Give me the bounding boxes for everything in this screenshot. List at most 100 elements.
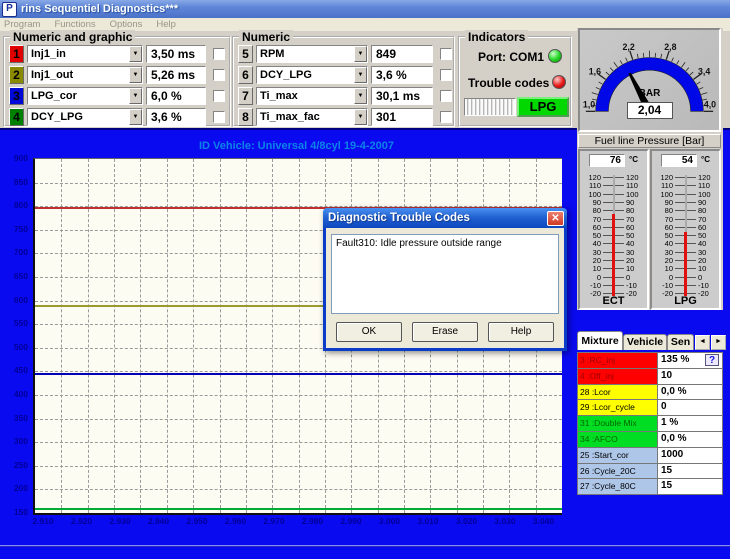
table-row-value: 1000	[658, 448, 722, 463]
port-label: Port: COM1	[478, 50, 544, 64]
channel-value: 6,0 %	[146, 87, 206, 105]
channel-checkbox[interactable]	[440, 69, 452, 81]
data-tab-bar: Mixture Vehicle Sen ◄ ►	[577, 331, 730, 350]
chart-title: ID Vehicle: Universal 4/8cyl 19-4-2007	[33, 140, 560, 152]
table-row-value: 0,0 %	[658, 385, 722, 400]
table-row-value: 10	[658, 369, 722, 384]
help-button[interactable]: Help	[488, 322, 554, 342]
trace-dcy_lpg	[35, 508, 562, 510]
mixture-table: 3 :RC_inj135 %?4 :Off_inj1028 :Lcor0,0 %…	[577, 352, 723, 495]
channel-number-box: 6	[238, 66, 253, 84]
window-title: rins Sequentiel Diagnostics***	[21, 3, 178, 15]
y-axis-tick-label: 350	[0, 413, 28, 423]
y-axis-tick-label: 550	[0, 318, 28, 328]
svg-text:2,8: 2,8	[664, 42, 676, 52]
y-axis-tick-label: 450	[0, 365, 28, 375]
channel-dropdown[interactable]: DCY_LPG▼	[256, 66, 368, 84]
trace-lpg_cor	[35, 373, 562, 375]
table-row-value: 0,0 %	[658, 432, 722, 447]
channel-checkbox[interactable]	[213, 90, 225, 102]
chevron-down-icon[interactable]: ▼	[129, 46, 142, 62]
table-row-label: 3 :RC_inj	[578, 353, 658, 368]
channel-dropdown[interactable]: Inj1_in▼	[27, 45, 143, 63]
tab-scroll-left-icon[interactable]: ◄	[695, 335, 710, 350]
x-axis-tick-label: 2.980	[295, 516, 331, 526]
channel-number-box: 1	[9, 45, 24, 63]
x-axis-tick-label: 2.960	[218, 516, 254, 526]
channel-checkbox[interactable]	[440, 90, 452, 102]
chevron-down-icon[interactable]: ▼	[129, 67, 142, 83]
dialog-title-bar[interactable]: Diagnostic Trouble Codes ✕	[323, 208, 567, 228]
x-axis-tick-label: 3.020	[449, 516, 485, 526]
grid-line-vertical	[246, 159, 247, 513]
channel-row: 3LPG_cor▼6,0 %	[5, 85, 229, 106]
channel-dropdown-label: LPG_cor	[28, 90, 129, 102]
channel-dropdown[interactable]: LPG_cor▼	[27, 87, 143, 105]
channel-dropdown[interactable]: DCY_LPG▼	[27, 108, 143, 126]
close-icon[interactable]: ✕	[547, 211, 564, 226]
tab-mixture[interactable]: Mixture	[577, 331, 623, 350]
numeric-group-title: Numeric	[239, 30, 293, 44]
chart-x-axis: 2.9102.9202.9302.9402.9502.9602.9702.980…	[33, 516, 573, 528]
divider	[0, 546, 730, 547]
menu-program[interactable]: Program	[4, 19, 40, 30]
chevron-down-icon[interactable]: ▼	[354, 46, 367, 62]
table-row-label: 26 :Cycle_20C	[578, 464, 658, 479]
chevron-down-icon[interactable]: ▼	[354, 109, 367, 125]
table-row: 31 :Double Mix1 %	[578, 416, 722, 432]
menu-options[interactable]: Options	[110, 19, 143, 30]
chevron-down-icon[interactable]: ▼	[354, 88, 367, 104]
fault-list[interactable]: Fault310: Idle pressure outside range	[331, 234, 559, 314]
channel-dropdown[interactable]: Ti_max_fac▼	[256, 108, 368, 126]
y-axis-tick-label: 850	[0, 177, 28, 187]
channel-checkbox[interactable]	[213, 69, 225, 81]
y-axis-tick-label: 650	[0, 271, 28, 281]
grid-line-vertical	[114, 159, 115, 513]
channel-checkbox[interactable]	[440, 111, 452, 123]
channel-value: 301	[371, 108, 433, 126]
channel-dropdown-label: Ti_max_fac	[257, 111, 354, 123]
thermometer-ect: 76°C120120110110100100909080807070606050…	[578, 149, 649, 310]
menu-functions[interactable]: Functions	[54, 19, 95, 30]
menu-help[interactable]: Help	[156, 19, 176, 30]
channel-number-box: 5	[238, 45, 253, 63]
ok-button[interactable]: OK	[336, 322, 402, 342]
channel-checkbox[interactable]	[213, 111, 225, 123]
y-axis-tick-label: 400	[0, 389, 28, 399]
tab-sensors[interactable]: Sen	[667, 334, 694, 350]
channel-value: 5,26 ms	[146, 66, 206, 84]
table-row: 25 :Start_cor1000	[578, 448, 722, 464]
indicators-group-title: Indicators	[465, 30, 528, 44]
x-axis-tick-label: 2.970	[256, 516, 292, 526]
channel-number-box: 2	[9, 66, 24, 84]
tab-vehicle[interactable]: Vehicle	[623, 334, 667, 350]
y-axis-tick-label: 800	[0, 200, 28, 210]
channel-dropdown[interactable]: Inj1_out▼	[27, 66, 143, 84]
tab-scroll-right-icon[interactable]: ►	[711, 335, 726, 350]
channel-checkbox[interactable]	[440, 48, 452, 60]
trouble-codes-label: Trouble codes	[468, 76, 549, 90]
channel-dropdown[interactable]: RPM▼	[256, 45, 368, 63]
table-row-label: 34 :AFCO	[578, 432, 658, 447]
channel-dropdown-label: Inj1_out	[28, 69, 129, 81]
lpg-fuel-button[interactable]: LPG	[517, 97, 569, 117]
chevron-down-icon[interactable]: ▼	[129, 88, 142, 104]
table-row: 3 :RC_inj135 %?	[578, 353, 722, 369]
x-axis-tick-label: 3.000	[372, 516, 408, 526]
chevron-down-icon[interactable]: ▼	[129, 109, 142, 125]
help-icon[interactable]: ?	[705, 354, 719, 366]
channel-checkbox[interactable]	[213, 48, 225, 60]
fuel-progress-bar	[464, 98, 516, 116]
channel-dropdown[interactable]: Ti_max▼	[256, 87, 368, 105]
table-row-value: 1 %	[658, 416, 722, 431]
y-axis-tick-label: 200	[0, 483, 28, 493]
title-bar[interactable]: P rins Sequentiel Diagnostics***	[0, 0, 730, 18]
x-axis-tick-label: 2.940	[141, 516, 177, 526]
channel-dropdown-label: DCY_LPG	[28, 111, 129, 123]
gauge-value: 2,04	[627, 102, 673, 119]
chevron-down-icon[interactable]: ▼	[354, 67, 367, 83]
table-row: 34 :AFCO0,0 %	[578, 432, 722, 448]
erase-button[interactable]: Erase	[412, 322, 478, 342]
svg-text:1,0: 1,0	[583, 99, 595, 109]
table-row: 26 :Cycle_20C15	[578, 464, 722, 480]
